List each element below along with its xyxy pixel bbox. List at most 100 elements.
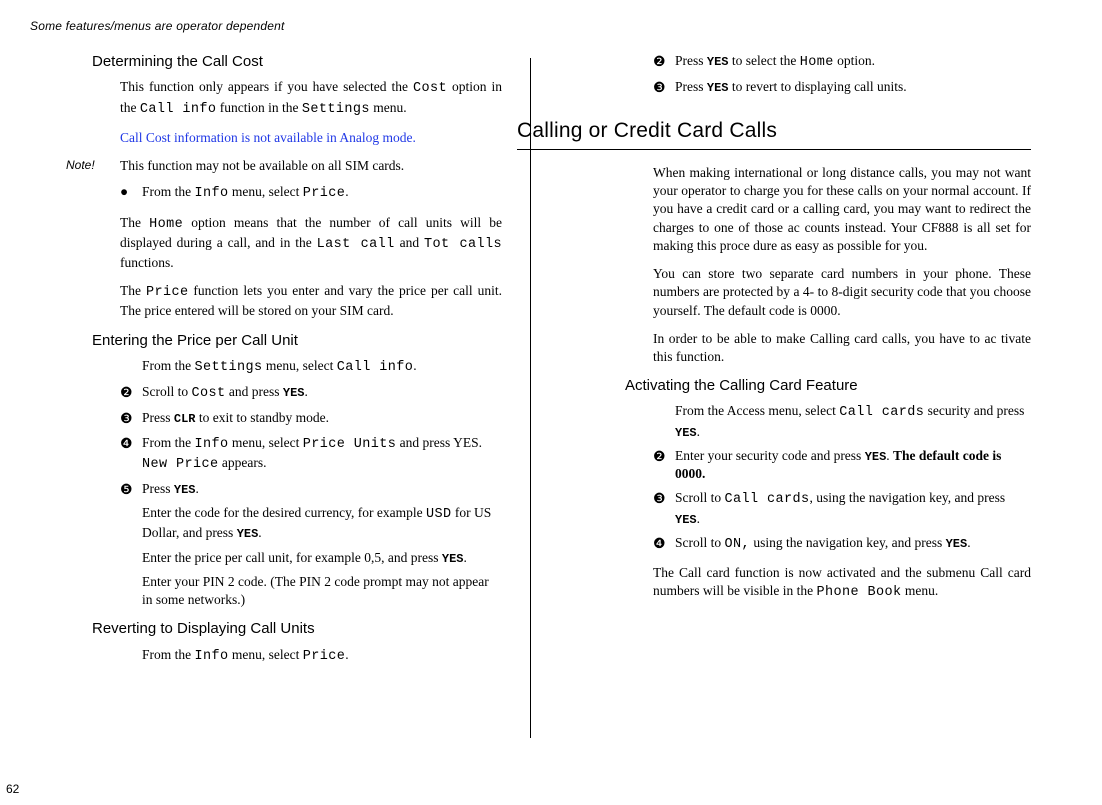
bullet-list: ● From the Info menu, select Price. (120, 183, 502, 203)
text: Scroll to (675, 535, 725, 550)
step-marker-2: ❷ (120, 383, 133, 402)
code-lastcall: Last call (317, 237, 395, 252)
code-price: Price (303, 649, 346, 664)
text: menu, select (229, 435, 303, 450)
step-item: ❸ Scroll to Call cards, using the naviga… (653, 489, 1031, 527)
step-item: From the Access menu, select Call cards … (653, 402, 1031, 440)
section-rule (517, 149, 1031, 150)
code-call-cards: Call cards (725, 492, 810, 507)
step-item: ❷ Enter your security code and press YES… (653, 447, 1031, 483)
text: appears. (219, 455, 267, 470)
text: Enter the price per call unit, for examp… (142, 550, 442, 565)
text: menu, select (229, 647, 303, 662)
running-head: Some features/menus are operator depende… (30, 18, 1072, 34)
note-label: Note! (66, 157, 95, 173)
text: functions. (120, 255, 174, 270)
bullet-marker: ● (120, 183, 128, 201)
code-settings: Settings (302, 102, 370, 117)
text: Scroll to (675, 490, 725, 505)
paragraph: You can store two separate card numbers … (653, 265, 1031, 320)
paragraph: The Home option means that the number of… (120, 214, 502, 273)
text: menu, select (263, 358, 337, 373)
paragraph: In order to be able to make Calling card… (653, 330, 1031, 366)
heading-activating-calling-card: Activating the Calling Card Feature (625, 376, 1031, 396)
text: . (967, 535, 970, 550)
step-item: ❷ Press YES to select the Home option. (653, 52, 1031, 72)
paragraph: When making international or long distan… (653, 164, 1031, 255)
key-clr: CLR (174, 412, 196, 426)
text: to select the (729, 53, 800, 68)
step-marker-5: ❺ (120, 480, 133, 499)
text: . (697, 511, 700, 526)
code-on: ON, (725, 537, 751, 552)
paragraph: The Price function lets you enter and va… (120, 282, 502, 320)
heading-reverting: Reverting to Displaying Call Units (92, 619, 502, 639)
step-marker-3: ❸ (653, 78, 666, 97)
text: . (305, 384, 308, 399)
code-totcalls: Tot calls (424, 237, 502, 252)
code-price: Price (303, 186, 346, 201)
text: function in the (216, 100, 301, 115)
key-yes: YES (283, 386, 305, 400)
code-settings: Settings (195, 360, 263, 375)
step-item: From the Info menu, select Price. (120, 646, 502, 666)
step-item: ❺ Press YES. Enter the code for the desi… (120, 480, 502, 609)
key-yes: YES (675, 513, 697, 527)
text: Scroll to (142, 384, 192, 399)
step-item: ❸ Press YES to revert to displaying call… (653, 78, 1031, 96)
text: From the (142, 358, 195, 373)
page-number: 62 (6, 781, 19, 797)
code-info: Info (195, 649, 229, 664)
text: The (120, 215, 149, 230)
code-call-cards: Call cards (839, 405, 924, 420)
step-list-continued: ❷ Press YES to select the Home option. ❸… (653, 52, 1031, 96)
step-marker-4: ❹ (120, 434, 133, 453)
paragraph: The Call card function is now activated … (653, 564, 1031, 602)
text: , using the navigation key, and press (810, 490, 1006, 505)
code-new-price: New Price (142, 457, 219, 472)
step-item: ❹ Scroll to ON, using the navigation key… (653, 534, 1031, 554)
text: security and press (924, 403, 1024, 418)
code-call-info: Call info (140, 102, 217, 117)
text: and press (226, 384, 283, 399)
two-column-layout: Determining the Call Cost This function … (30, 52, 1072, 738)
step-list: From the Settings menu, select Call info… (120, 357, 502, 609)
text: menu. (902, 583, 939, 598)
step-marker-3: ❸ (653, 489, 666, 508)
text: The (120, 283, 146, 298)
left-column: Determining the Call Cost This function … (30, 52, 530, 738)
text: using the navigation key, and press (750, 535, 946, 550)
text: and press YES. (396, 435, 482, 450)
text: Press (142, 410, 174, 425)
text: to exit to standby mode. (196, 410, 329, 425)
step-item: From the Settings menu, select Call info… (120, 357, 502, 377)
text: . (196, 481, 199, 496)
text: From the (142, 647, 195, 662)
step-marker-2: ❷ (653, 52, 666, 71)
note-blue: Call Cost information is not available i… (120, 129, 502, 147)
code-info: Info (195, 437, 229, 452)
code-info: Info (195, 186, 229, 201)
key-yes: YES (707, 55, 729, 69)
key-yes: YES (675, 426, 697, 440)
text: and (395, 235, 424, 250)
code-usd: USD (426, 507, 452, 522)
code-cost: Cost (413, 81, 447, 96)
note-row: Note! This function may not be available… (120, 157, 502, 175)
text: . (345, 184, 348, 199)
text: . (464, 550, 467, 565)
document-page: Some features/menus are operator depende… (0, 0, 1102, 805)
text: . (697, 424, 700, 439)
text: option. (834, 53, 875, 68)
code-home: Home (800, 55, 834, 70)
key-yes: YES (442, 552, 464, 566)
text: Enter your security code and press (675, 448, 865, 463)
key-yes: YES (946, 537, 968, 551)
heading-entering-price: Entering the Price per Call Unit (92, 331, 502, 351)
code-price: Price (146, 285, 189, 300)
text: From the (142, 184, 195, 199)
step-item: ❷ Scroll to Cost and press YES. (120, 383, 502, 403)
step-marker-3: ❸ (120, 409, 133, 428)
step-list: From the Access menu, select Call cards … (653, 402, 1031, 554)
key-yes: YES (174, 483, 196, 497)
